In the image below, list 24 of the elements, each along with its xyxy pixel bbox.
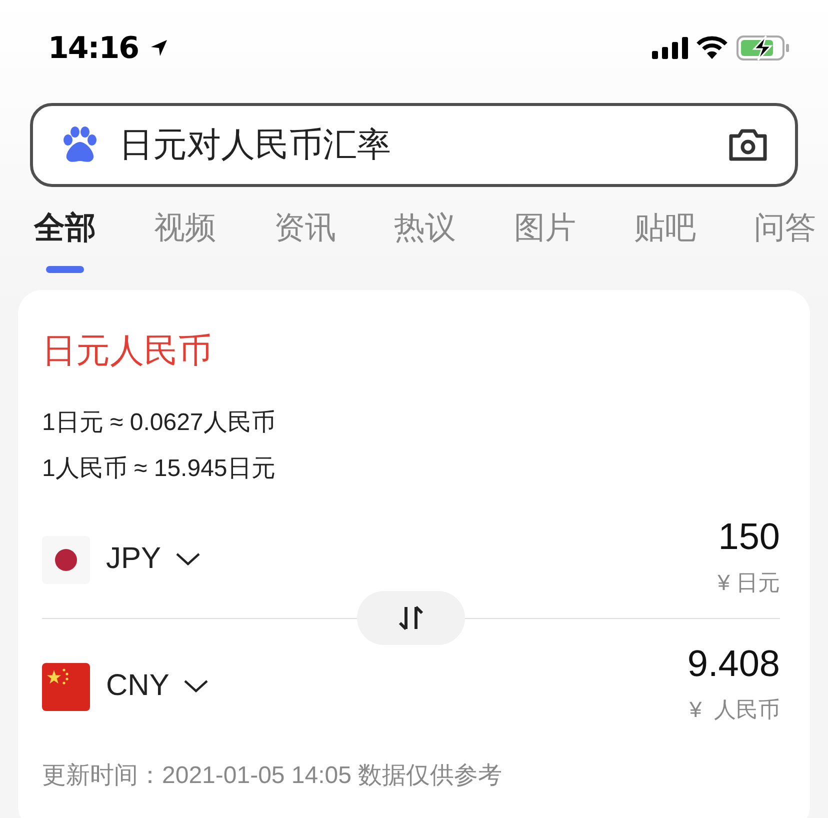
- camera-icon[interactable]: [727, 127, 769, 163]
- currency-select[interactable]: JPY: [106, 542, 202, 576]
- chevron-down-icon: [175, 551, 202, 567]
- update-note: 更新时间：2021-01-05 14:05 数据仅供参考: [42, 761, 504, 791]
- exchange-rate: 1人民币 ≈ 15.945日元: [42, 454, 276, 484]
- currency-unit: ¥ 人民币: [690, 696, 780, 724]
- swap-icon: [396, 603, 426, 633]
- signal-icon: [652, 37, 688, 59]
- card-title: 日元人民币: [42, 331, 213, 372]
- location-arrow-icon: [148, 38, 168, 58]
- wifi-icon: [696, 36, 728, 60]
- paw-logo-icon: [61, 126, 99, 164]
- status-time: 14:16: [48, 30, 138, 66]
- search-field[interactable]: 日元对人民币汇率: [30, 103, 798, 187]
- flag-icon: [42, 663, 90, 711]
- chevron-down-icon: [183, 678, 210, 694]
- currency-unit: ¥ 日元: [718, 569, 780, 597]
- exchange-rate: 1日元 ≈ 0.0627人民币: [42, 408, 276, 438]
- amount-value[interactable]: 9.408: [687, 643, 780, 685]
- battery-charging-icon: [736, 35, 790, 61]
- flag-icon: [42, 536, 90, 584]
- currency-select[interactable]: CNY: [106, 669, 210, 703]
- tab[interactable]: 全部: [34, 207, 96, 273]
- amount-value[interactable]: 150: [718, 516, 780, 558]
